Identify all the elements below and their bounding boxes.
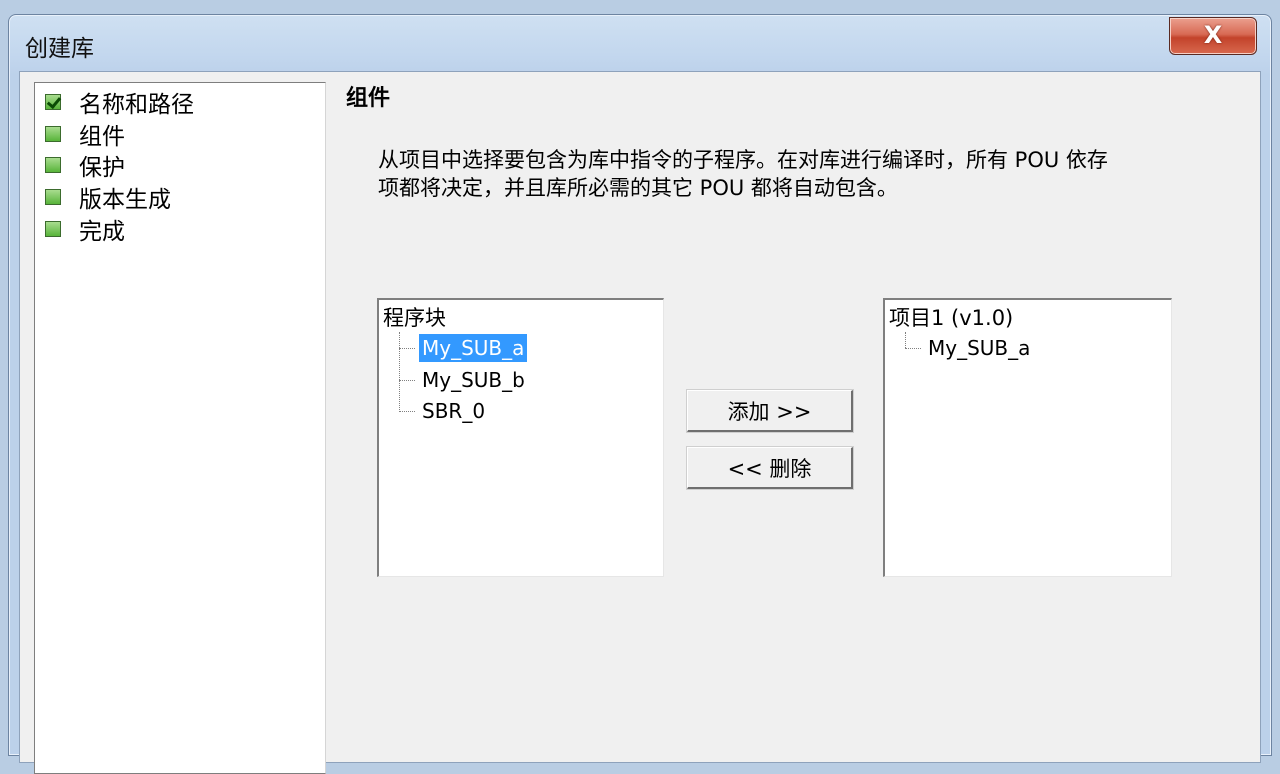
- checked-checkbox-icon: [45, 94, 61, 110]
- tree-item-my-sub-b[interactable]: My_SUB_b: [419, 366, 528, 394]
- nav-item-label: 组件: [79, 117, 125, 151]
- step-checkbox-icon: [45, 189, 61, 205]
- tree-item-my-sub-a[interactable]: My_SUB_a: [419, 334, 528, 362]
- nav-item-label: 版本生成: [79, 187, 171, 213]
- tree-connector: [399, 332, 400, 412]
- nav-item-label: 保护: [79, 155, 125, 181]
- remove-button[interactable]: << 删除: [687, 447, 853, 489]
- nav-item-version[interactable]: 版本生成: [45, 182, 171, 213]
- close-icon: X: [1203, 21, 1223, 49]
- tree-connector: [399, 380, 415, 381]
- nav-item-components[interactable]: 组件: [45, 117, 125, 151]
- nav-item-protection[interactable]: 保护: [45, 150, 125, 181]
- description-text: 从项目中选择要包含为库中指令的子程序。在对库进行编译时，所有 POU 依存 项都…: [378, 146, 1238, 202]
- tree-connector: [905, 348, 921, 349]
- description-line-1: 从项目中选择要包含为库中指令的子程序。在对库进行编译时，所有 POU 依存: [378, 148, 1108, 172]
- section-title: 组件: [346, 86, 391, 111]
- nav-item-label: 完成: [79, 219, 125, 245]
- nav-item-label: 名称和路径: [79, 92, 194, 118]
- nav-item-finish[interactable]: 完成: [45, 214, 125, 245]
- close-button[interactable]: X: [1169, 17, 1257, 55]
- step-checkbox-icon: [45, 157, 61, 173]
- title-bar[interactable]: 创建库 X: [9, 15, 1271, 71]
- add-button[interactable]: 添加 >>: [687, 390, 853, 432]
- tree-connector: [399, 411, 415, 412]
- tree-item-sbr-0[interactable]: SBR_0: [419, 397, 488, 425]
- tree-root-project[interactable]: 项目1 (v1.0): [889, 302, 1013, 332]
- dialog-client-area: 名称和路径 组件 保护 版本生成 完成 组件 从项目中选择要包含为库中指令的子程…: [19, 71, 1261, 774]
- source-program-tree[interactable]: 程序块 My_SUB_a My_SUB_b SBR_0: [377, 298, 664, 577]
- tree-connector: [905, 332, 906, 348]
- step-navigation: 名称和路径 组件 保护 版本生成 完成: [34, 82, 326, 774]
- step-checkbox-icon: [45, 126, 61, 142]
- tree-root-program-blocks[interactable]: 程序块: [383, 302, 446, 332]
- tree-connector: [399, 348, 415, 349]
- nav-item-name-and-path[interactable]: 名称和路径: [45, 87, 194, 118]
- tree-item-my-sub-a[interactable]: My_SUB_a: [925, 334, 1033, 362]
- window-title: 创建库: [25, 36, 94, 62]
- create-library-dialog: 创建库 X 名称和路径 组件 保护 版本生成 完成 组件 从项目中选择要包含为库…: [8, 14, 1272, 774]
- components-panel: 组件 从项目中选择要包含为库中指令的子程序。在对库进行编译时，所有 POU 依存…: [340, 72, 1260, 762]
- target-project-tree[interactable]: 项目1 (v1.0) My_SUB_a: [883, 298, 1172, 577]
- description-line-2: 项都将决定，并且库所必需的其它 POU 都将自动包含。: [378, 176, 898, 200]
- step-checkbox-icon: [45, 221, 61, 237]
